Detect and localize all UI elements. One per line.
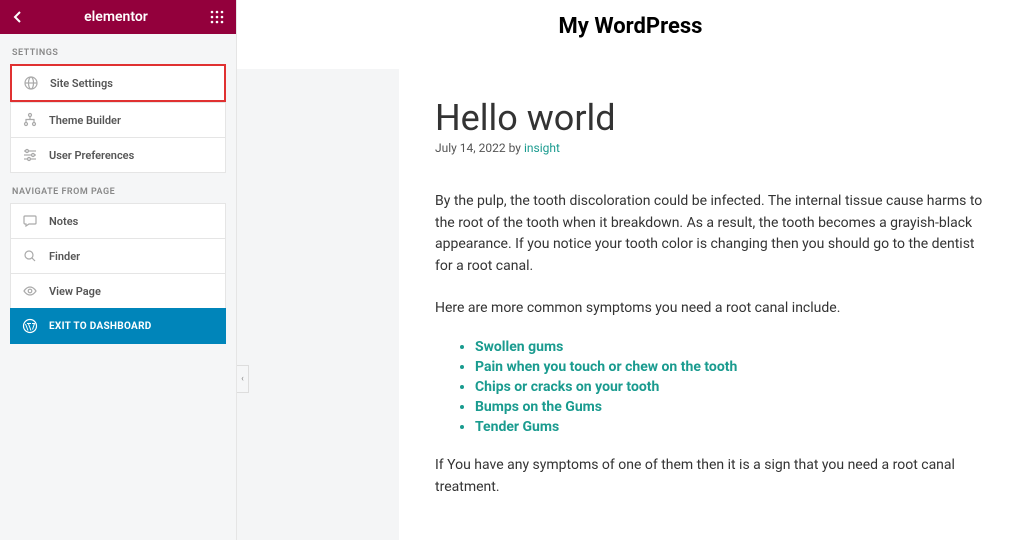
menu-item-finder[interactable]: Finder — [10, 238, 226, 273]
post-body: By the pulp, the tooth discoloration cou… — [435, 191, 988, 499]
preview-pane: My WordPress Hello world July 14, 2022 b… — [237, 0, 1024, 540]
post-article: Hello world July 14, 2022 by insight By … — [399, 69, 1024, 540]
menu-item-label: EXIT TO DASHBOARD — [49, 321, 152, 332]
symptoms-list: Swollen gums Pain when you touch or chew… — [435, 339, 988, 435]
back-icon[interactable] — [12, 10, 22, 24]
wordpress-icon — [21, 317, 39, 335]
navigate-section-label: NAVIGATE FROM PAGE — [0, 173, 236, 203]
brand-logo: elementor — [84, 9, 148, 25]
search-icon — [21, 247, 39, 265]
navigate-menu: Notes Finder View Page EXIT TO DASHBOARD — [0, 203, 236, 344]
post-title: Hello world — [435, 97, 988, 139]
menu-item-view-page[interactable]: View Page — [10, 273, 226, 308]
post-date: July 14, 2022 — [435, 141, 506, 155]
menu-item-label: User Preferences — [49, 149, 134, 162]
menu-item-label: Notes — [49, 215, 78, 228]
list-item[interactable]: Pain when you touch or chew on the tooth — [475, 359, 988, 375]
post-paragraph: By the pulp, the tooth discoloration cou… — [435, 191, 988, 278]
settings-menu: Site Settings Theme Builder User Prefere… — [0, 64, 236, 173]
hierarchy-icon — [21, 111, 39, 129]
list-item[interactable]: Tender Gums — [475, 419, 988, 435]
menu-item-label: Theme Builder — [49, 114, 121, 127]
collapse-sidebar-handle[interactable]: ‹ — [237, 365, 249, 393]
menu-item-notes[interactable]: Notes — [10, 203, 226, 238]
globe-icon — [22, 74, 40, 92]
eye-icon — [21, 282, 39, 300]
post-paragraph: Here are more common symptoms you need a… — [435, 298, 988, 320]
sidebar: elementor SETTINGS Site Settings Theme B… — [0, 0, 237, 540]
chat-icon — [21, 212, 39, 230]
menu-item-theme-builder[interactable]: Theme Builder — [10, 102, 226, 137]
menu-item-label: Finder — [49, 250, 80, 263]
menu-item-label: Site Settings — [50, 77, 113, 90]
list-item[interactable]: Swollen gums — [475, 339, 988, 355]
apps-icon[interactable] — [210, 10, 224, 24]
list-item[interactable]: Bumps on the Gums — [475, 399, 988, 415]
sidebar-header: elementor — [0, 0, 236, 34]
site-title: My WordPress — [237, 0, 1024, 53]
menu-item-label: View Page — [49, 285, 101, 298]
post-paragraph: If You have any symptoms of one of them … — [435, 455, 988, 498]
sliders-icon — [21, 146, 39, 164]
list-item[interactable]: Chips or cracks on your tooth — [475, 379, 988, 395]
post-author-link[interactable]: insight — [524, 141, 560, 155]
post-meta: July 14, 2022 by insight — [435, 141, 988, 155]
menu-item-exit-dashboard[interactable]: EXIT TO DASHBOARD — [10, 308, 226, 344]
settings-section-label: SETTINGS — [0, 34, 236, 64]
menu-item-site-settings[interactable]: Site Settings — [10, 64, 226, 102]
menu-item-user-preferences[interactable]: User Preferences — [10, 137, 226, 173]
by-label: by — [509, 141, 521, 155]
